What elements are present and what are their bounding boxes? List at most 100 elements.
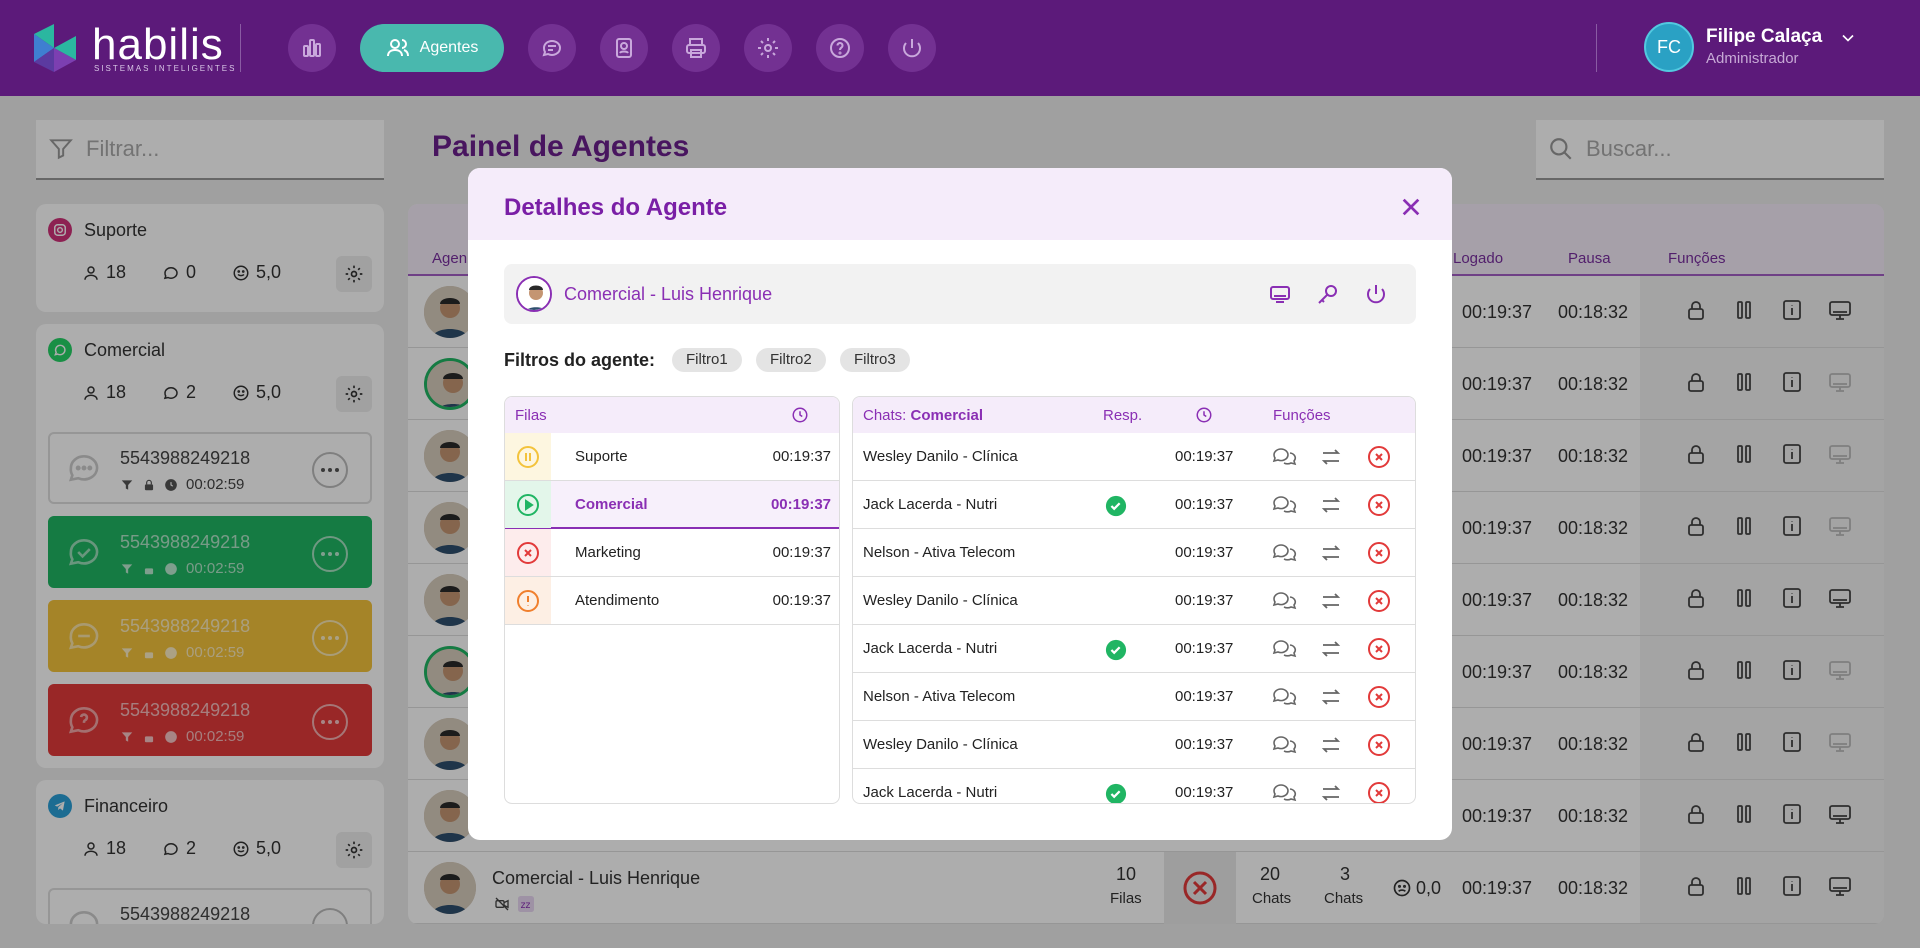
chat-row[interactable]: Wesley Danilo - Clínica 00:19:37 xyxy=(853,577,1415,625)
queue-time: 00:19:37 xyxy=(772,544,831,561)
agent-name: Comercial - Luis Henrique xyxy=(564,284,773,304)
close-circle-icon[interactable] xyxy=(1367,781,1391,804)
close-circle-icon[interactable] xyxy=(1367,445,1391,469)
chat-time: 00:19:37 xyxy=(1175,784,1234,801)
pause-circle-icon[interactable] xyxy=(516,445,540,469)
chat-contact-name: Wesley Danilo - Clínica xyxy=(863,736,1018,753)
habilis-logo-icon xyxy=(34,24,76,72)
chat-bubbles-icon[interactable] xyxy=(1271,493,1297,517)
chat-icon xyxy=(542,40,562,57)
transfer-icon[interactable] xyxy=(1319,493,1343,517)
power-icon xyxy=(903,39,921,58)
queue-name: Suporte xyxy=(575,448,628,465)
power-icon[interactable] xyxy=(1364,282,1388,306)
close-circle-icon[interactable] xyxy=(1367,733,1391,757)
help-icon xyxy=(830,38,850,58)
queue-row-suporte[interactable]: Suporte 00:19:37 xyxy=(505,433,839,481)
chat-bubbles-icon[interactable] xyxy=(1271,541,1297,565)
filter-chip[interactable]: Filtro3 xyxy=(840,348,910,372)
monitor-icon[interactable] xyxy=(1268,282,1292,306)
alert-circle-icon[interactable] xyxy=(516,589,540,613)
nav-print-button[interactable] xyxy=(672,24,720,72)
chat-row[interactable]: Nelson - Ativa Telecom 00:19:37 xyxy=(853,673,1415,721)
close-icon[interactable] xyxy=(1400,196,1422,218)
chat-bubbles-icon[interactable] xyxy=(1271,589,1297,613)
chat-row[interactable]: Jack Lacerda - Nutri 00:19:37 xyxy=(853,769,1415,804)
transfer-icon[interactable] xyxy=(1319,733,1343,757)
gear-icon xyxy=(758,38,778,58)
transfer-icon[interactable] xyxy=(1319,637,1343,661)
close-circle-icon[interactable] xyxy=(1367,541,1391,565)
agent-avatar xyxy=(516,276,552,312)
header-divider xyxy=(240,24,241,72)
chat-row[interactable]: Wesley Danilo - Clínica 00:19:37 xyxy=(853,721,1415,769)
nav-dashboard-button[interactable] xyxy=(288,24,336,72)
user-role: Administrador xyxy=(1706,50,1799,67)
transfer-icon[interactable] xyxy=(1319,541,1343,565)
queue-row-marketing[interactable]: Marketing 00:19:37 xyxy=(505,529,839,577)
nav-agentes-label: Agentes xyxy=(419,39,479,56)
header-divider-right xyxy=(1596,24,1597,72)
user-avatar[interactable]: FC xyxy=(1644,22,1694,72)
chat-row[interactable]: Wesley Danilo - Clínica 00:19:37 xyxy=(853,433,1415,481)
nav-chat-button[interactable] xyxy=(528,24,576,72)
transfer-icon[interactable] xyxy=(1319,781,1343,804)
chat-bubbles-icon[interactable] xyxy=(1271,445,1297,469)
queue-name: Marketing xyxy=(575,544,641,561)
nav-contacts-button[interactable] xyxy=(600,24,648,72)
transfer-icon[interactable] xyxy=(1319,685,1343,709)
queues-header: Filas xyxy=(515,407,547,424)
close-circle-icon[interactable] xyxy=(516,541,540,565)
chat-contact-name: Nelson - Ativa Telecom xyxy=(863,544,1016,561)
logo-text: habilis xyxy=(92,20,224,69)
nav-agentes-button[interactable]: Agentes xyxy=(360,24,504,72)
chat-row[interactable]: Nelson - Ativa Telecom 00:19:37 xyxy=(853,529,1415,577)
filter-chip[interactable]: Filtro1 xyxy=(672,348,742,372)
play-circle-icon[interactable] xyxy=(516,493,540,517)
bar-chart-icon xyxy=(303,39,321,57)
queue-row-atendimento[interactable]: Atendimento 00:19:37 xyxy=(505,577,839,625)
chat-row[interactable]: Jack Lacerda - Nutri 00:19:37 xyxy=(853,625,1415,673)
nav-help-button[interactable] xyxy=(816,24,864,72)
queue-time: 00:19:37 xyxy=(772,448,831,465)
chat-bubbles-icon[interactable] xyxy=(1271,685,1297,709)
filter-chip[interactable]: Filtro2 xyxy=(756,348,826,372)
chat-contact-name: Jack Lacerda - Nutri xyxy=(863,496,998,513)
resp-header: Resp. xyxy=(1103,407,1143,424)
top-header: habilis SISTEMAS INTELIGENTES Agentes FC… xyxy=(0,0,1920,96)
chat-time: 00:19:37 xyxy=(1175,448,1234,465)
logo-subtitle: SISTEMAS INTELIGENTES xyxy=(94,64,237,73)
chat-row[interactable]: Jack Lacerda - Nutri 00:19:37 xyxy=(853,481,1415,529)
queue-row-comercial[interactable]: Comercial 00:19:37 xyxy=(505,481,839,529)
nav-settings-button[interactable] xyxy=(744,24,792,72)
chat-time: 00:19:37 xyxy=(1175,544,1234,561)
close-circle-icon[interactable] xyxy=(1367,493,1391,517)
filters-label: Filtros do agente: xyxy=(504,350,656,370)
chat-time: 00:19:37 xyxy=(1175,688,1234,705)
check-circle-icon xyxy=(1105,783,1127,803)
chat-contact-name: Wesley Danilo - Clínica xyxy=(863,592,1018,609)
nav-power-button[interactable] xyxy=(888,24,936,72)
chat-bubbles-icon[interactable] xyxy=(1271,781,1297,804)
chevron-down-icon[interactable] xyxy=(1838,28,1858,48)
modal-title: Detalhes do Agente xyxy=(504,194,728,221)
chats-panel: Chats: Comercial Resp. Funções Wesley Da… xyxy=(852,396,1416,804)
queues-panel: Filas Suporte 00:19:37 Comercial 00:19:3… xyxy=(504,396,840,804)
close-circle-icon[interactable] xyxy=(1367,589,1391,613)
agent-bar: Comercial - Luis Henrique xyxy=(504,264,1416,324)
chat-time: 00:19:37 xyxy=(1175,592,1234,609)
funcoes-header: Funções xyxy=(1273,407,1331,424)
chat-bubbles-icon[interactable] xyxy=(1271,637,1297,661)
key-icon[interactable] xyxy=(1316,282,1340,306)
chat-bubbles-icon[interactable] xyxy=(1271,733,1297,757)
transfer-icon[interactable] xyxy=(1319,589,1343,613)
chats-header-queue: Comercial xyxy=(910,407,984,424)
users-icon xyxy=(386,39,409,57)
queue-time: 00:19:37 xyxy=(770,496,831,513)
close-circle-icon[interactable] xyxy=(1367,685,1391,709)
close-circle-icon[interactable] xyxy=(1367,637,1391,661)
check-circle-icon xyxy=(1105,495,1127,517)
chat-time: 00:19:37 xyxy=(1175,736,1234,753)
transfer-icon[interactable] xyxy=(1319,445,1343,469)
chat-contact-name: Jack Lacerda - Nutri xyxy=(863,784,998,801)
